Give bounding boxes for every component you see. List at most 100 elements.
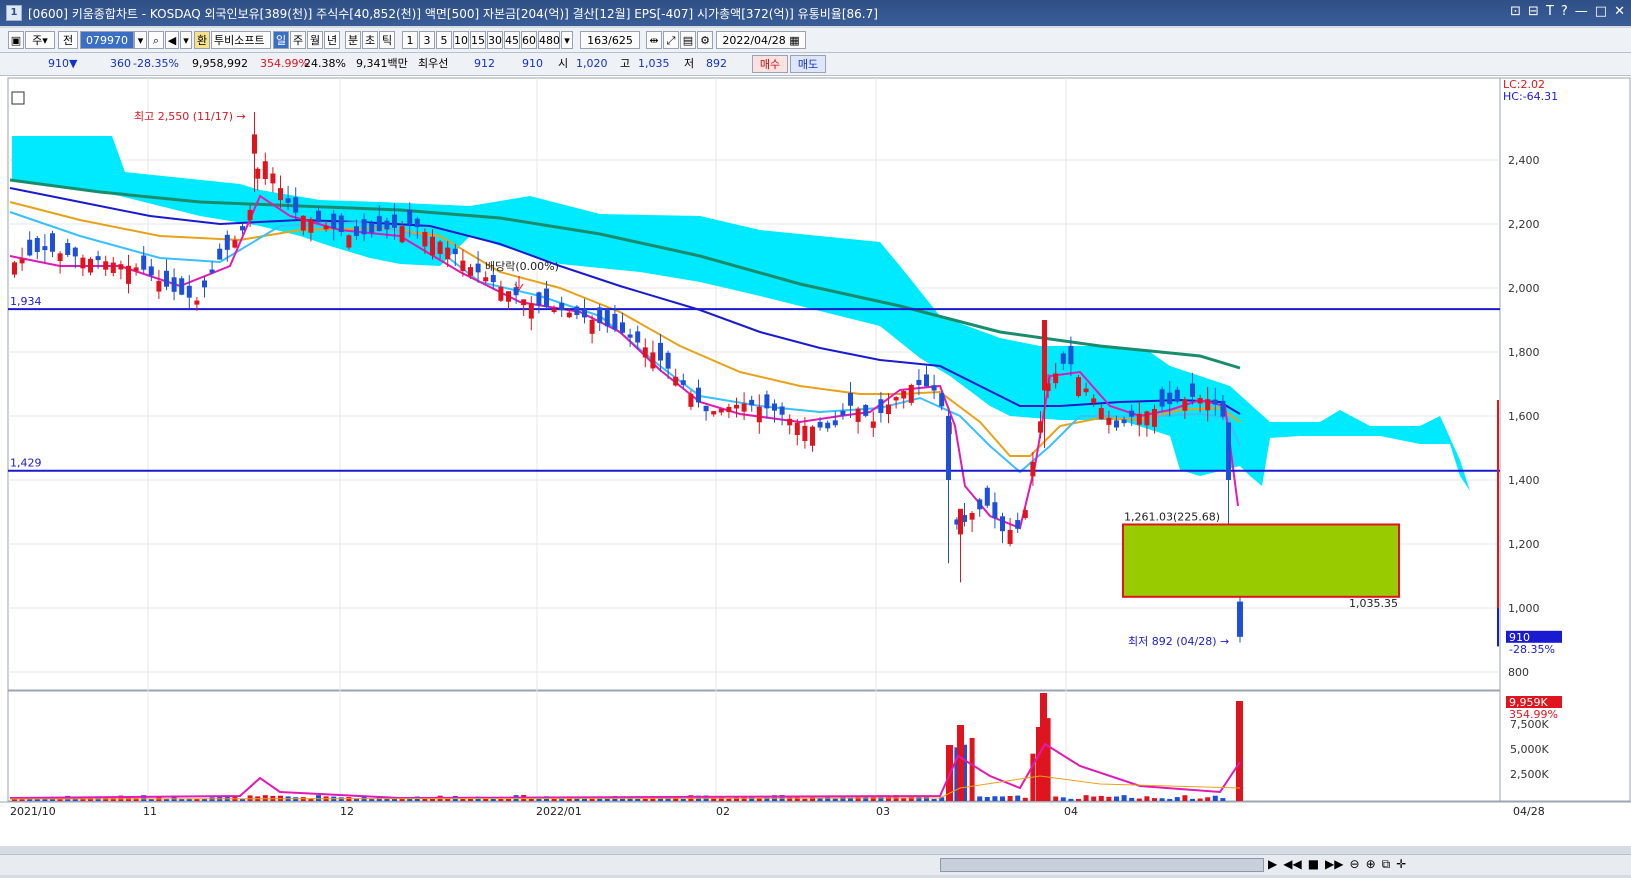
- arrow-select-icon[interactable]: ▾: [180, 31, 192, 49]
- candle: [252, 134, 257, 154]
- interval-dropdown-icon[interactable]: ▾: [561, 31, 573, 49]
- interval-60[interactable]: 60: [521, 31, 537, 49]
- play-icon[interactable]: ▶: [1268, 857, 1277, 872]
- help-icon[interactable]: ?: [1561, 4, 1568, 19]
- volume-bar: [1167, 798, 1173, 801]
- candle: [490, 275, 496, 283]
- layout-icon[interactable]: ⊡: [1510, 4, 1521, 19]
- interval-1[interactable]: 1: [402, 31, 418, 49]
- volume-bar: [977, 796, 983, 801]
- candle: [589, 319, 595, 334]
- interval-3[interactable]: 3: [419, 31, 435, 49]
- interval-5[interactable]: 5: [436, 31, 452, 49]
- scroll-icon[interactable]: ⇹: [646, 31, 662, 49]
- candle: [217, 248, 223, 260]
- candle: [931, 385, 937, 391]
- volume-bar: [680, 798, 686, 801]
- candle: [1015, 520, 1021, 529]
- minimize-icon[interactable]: —: [1575, 4, 1588, 19]
- volume-bar: [316, 795, 321, 801]
- candle: [156, 281, 162, 292]
- sell-button[interactable]: 매도: [790, 55, 826, 73]
- zoom-icon[interactable]: ⤢: [663, 31, 679, 49]
- interval-15[interactable]: 15: [470, 31, 486, 49]
- candle: [506, 291, 511, 302]
- interval-10[interactable]: 10: [453, 31, 469, 49]
- support-line-label: 1,934: [10, 295, 42, 308]
- scroll-thumb[interactable]: [940, 858, 1264, 872]
- maximize-icon[interactable]: □: [1595, 4, 1607, 19]
- sound-icon[interactable]: ◀: [165, 31, 179, 49]
- candle: [414, 218, 420, 228]
- candle: [186, 285, 192, 298]
- rewind-icon[interactable]: ◀◀: [1283, 857, 1301, 872]
- crosshair-icon[interactable]: ✛: [1396, 857, 1406, 872]
- period-minute[interactable]: 분: [345, 31, 361, 49]
- forward-icon[interactable]: ▶▶: [1325, 857, 1343, 872]
- price-change-pct: -28.35%: [133, 57, 179, 70]
- interval-30[interactable]: 30: [487, 31, 503, 49]
- volume-bar: [840, 796, 846, 801]
- period-second[interactable]: 초: [362, 31, 378, 49]
- date-input[interactable]: 2022/04/28 ▦: [716, 31, 806, 49]
- buy-button[interactable]: 매수: [752, 55, 788, 73]
- gear-icon[interactable]: ⚙: [697, 31, 713, 49]
- volume-bar: [262, 795, 268, 801]
- candle: [179, 278, 185, 295]
- currency-button[interactable]: 환: [194, 31, 210, 49]
- main-toolbar: ▣ 주▾ 전 079970 ▾ ⌕ ◀ ▾ 환 투비소프트 일 주 월 년 분 …: [0, 28, 1631, 53]
- x-tick-label: 04/28: [1513, 805, 1545, 818]
- volume-bar: [969, 737, 975, 801]
- candle: [521, 299, 527, 306]
- candle: [1060, 353, 1066, 364]
- candle: [1091, 398, 1097, 404]
- candle: [1083, 388, 1089, 393]
- close-icon[interactable]: ✕: [1614, 4, 1625, 19]
- low-label: 저: [684, 57, 695, 70]
- candle: [551, 308, 557, 313]
- period-year[interactable]: 년: [324, 31, 340, 49]
- candlestick-chart[interactable]: 2,400 2,200 2,000 1,800 1,600 1,400 1,200 1,000…: [0, 76, 1631, 846]
- layout-icon[interactable]: ⧉: [1382, 857, 1391, 872]
- volume-bar: [1015, 795, 1021, 801]
- candle: [642, 347, 648, 358]
- interval-45[interactable]: 45: [504, 31, 520, 49]
- save-icon[interactable]: ▤: [680, 31, 696, 49]
- volume-bar: [1098, 795, 1104, 801]
- period-tick[interactable]: 틱: [379, 31, 395, 49]
- period-month[interactable]: 월: [307, 31, 323, 49]
- chart-type-select[interactable]: 주▾: [25, 31, 55, 49]
- period-day[interactable]: 일: [273, 31, 289, 49]
- target-zone-box: [1122, 523, 1400, 598]
- candle: [817, 421, 823, 428]
- open-label: 시: [558, 57, 569, 70]
- zoom-in-icon[interactable]: ⊕: [1366, 857, 1376, 872]
- search-icon[interactable]: ⌕: [148, 31, 164, 49]
- scroll-controls: ▶ ◀◀ ■ ▶▶ ⊖ ⊕ ⧉ ✛: [1268, 857, 1406, 872]
- candle: [597, 307, 603, 324]
- stock-code-input[interactable]: 079970: [80, 31, 134, 49]
- candle: [300, 215, 306, 231]
- data-count[interactable]: 163/625: [580, 31, 640, 49]
- hc-label: HC:-64.31: [1503, 90, 1558, 103]
- code-dropdown-icon[interactable]: ▾: [134, 31, 147, 49]
- text-icon[interactable]: T: [1546, 4, 1554, 19]
- candle: [703, 405, 709, 412]
- candle: [392, 214, 397, 228]
- candle: [323, 225, 329, 230]
- jeon-button[interactable]: 전: [58, 31, 78, 49]
- chart-area[interactable]: 2,400 2,200 2,000 1,800 1,600 1,400 1,200 1,000…: [0, 76, 1631, 846]
- volume-bar: [635, 798, 641, 801]
- candle: [354, 226, 359, 236]
- restore-icon[interactable]: ⊟: [1528, 4, 1539, 19]
- y-tick-label: 1,000: [1508, 602, 1540, 615]
- period-week[interactable]: 주: [290, 31, 306, 49]
- zoom-out-icon[interactable]: ⊖: [1350, 857, 1360, 872]
- last-candle: [1237, 601, 1243, 637]
- chart-scrollbar[interactable]: ▶ ◀◀ ■ ▶▶ ⊖ ⊕ ⧉ ✛: [0, 854, 1631, 875]
- stop-icon[interactable]: ■: [1308, 857, 1319, 872]
- x-tick-label: 2021/10: [10, 805, 56, 818]
- candle: [95, 256, 101, 261]
- chart-settings-icon[interactable]: ▣: [8, 31, 24, 49]
- interval-480[interactable]: 480: [538, 31, 560, 49]
